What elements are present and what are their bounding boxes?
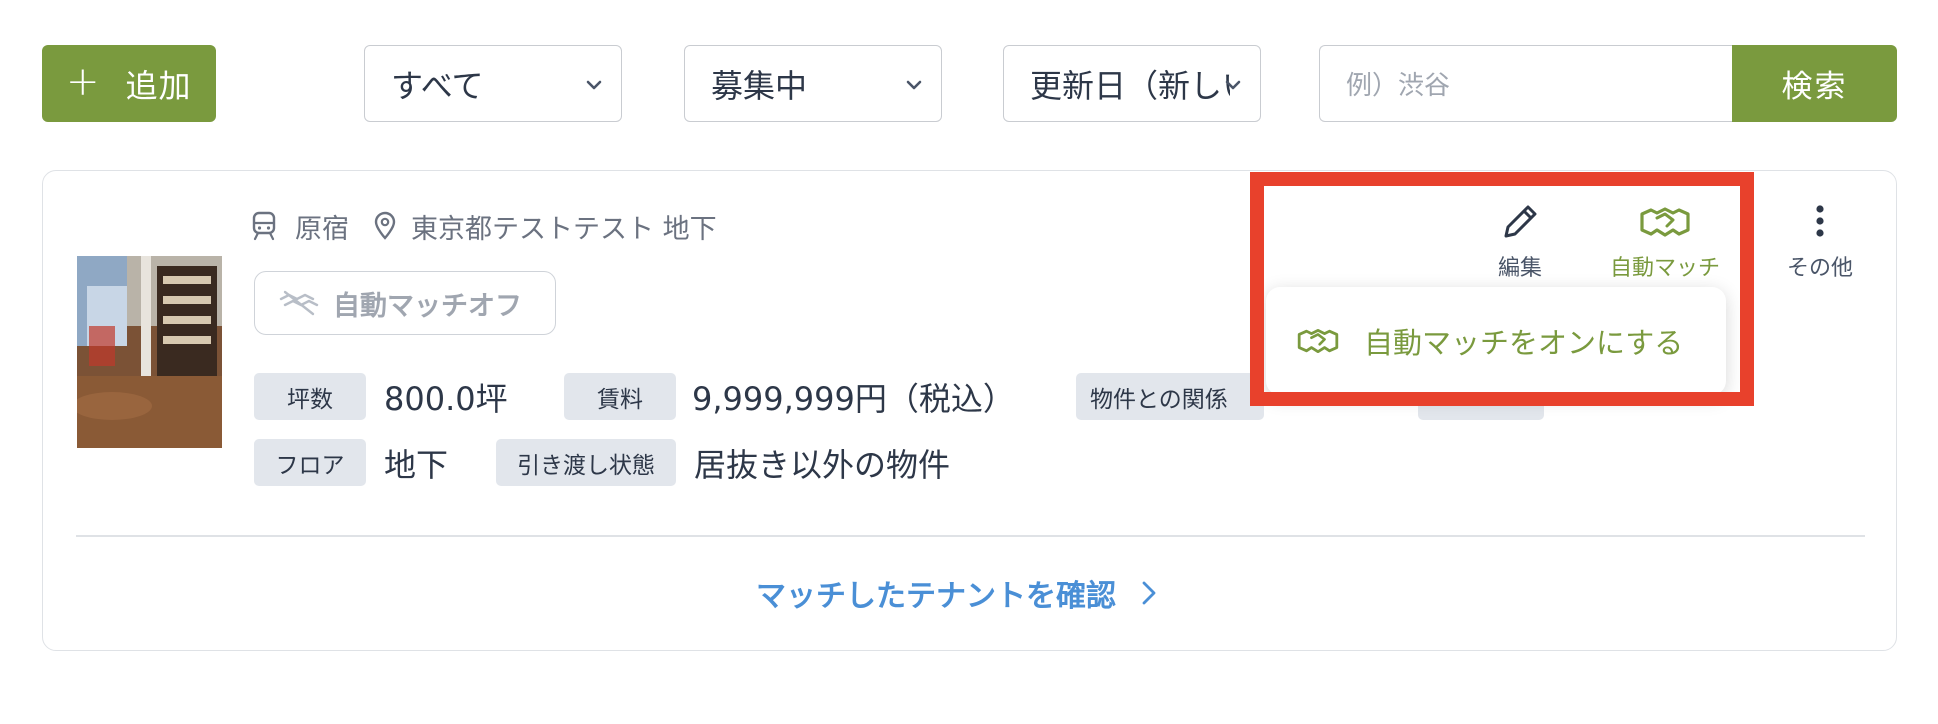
more-button[interactable]: その他 — [1780, 200, 1860, 282]
sort-select[interactable]: 更新日（新しい順） — [1003, 45, 1261, 122]
address: 東京都テストテスト 地下 — [411, 213, 717, 245]
spec-tag-relation: 物件との関係 — [1076, 373, 1264, 420]
pencil-icon — [1504, 205, 1537, 238]
matched-tenants-link[interactable]: マッチしたテナントを確認 — [756, 568, 1160, 618]
search-placeholder: 例）渋谷 — [1346, 71, 1451, 101]
edit-label: 編集 — [1497, 256, 1542, 281]
sort-select-value: 更新日（新しい順） — [1030, 66, 1230, 105]
chevron-down-icon — [586, 80, 602, 90]
automatch-label: 自動マッチ — [1609, 256, 1720, 281]
spec-value-area: 800.0坪 — [384, 380, 508, 418]
train-icon — [252, 211, 276, 241]
search-button[interactable]: 検索 — [1732, 45, 1897, 122]
automatch-on-menu-item[interactable]: 自動マッチをオンにする — [1266, 287, 1726, 395]
chevron-down-icon — [1225, 80, 1241, 90]
edit-button[interactable]: 編集 — [1482, 200, 1558, 282]
spec-value-handover: 居抜き以外の物件 — [694, 446, 951, 484]
automatch-status-badge: 自動マッチオフ — [254, 271, 556, 335]
add-button[interactable]: + 追加 — [42, 45, 216, 122]
property-thumbnail — [77, 256, 222, 448]
matched-tenants-link-label: マッチしたテナントを確認 — [756, 579, 1116, 614]
automatch-button[interactable]: 自動マッチ — [1600, 200, 1730, 282]
more-label: その他 — [1786, 256, 1853, 281]
station-name: 原宿 — [295, 213, 349, 245]
category-select-value: すべて — [391, 66, 484, 105]
more-vertical-icon — [1816, 205, 1824, 237]
location-row: 原宿 東京都テストテスト 地下 — [251, 206, 717, 246]
category-select[interactable]: すべて — [364, 45, 622, 122]
handshake-icon — [1640, 207, 1690, 237]
automatch-status-label: 自動マッチオフ — [333, 290, 522, 322]
spec-tag-rent: 賃料 — [564, 373, 676, 420]
card-divider — [76, 535, 1865, 537]
status-select-value: 募集中 — [711, 66, 808, 105]
plus-icon: + — [66, 58, 100, 105]
spec-tag-area: 坪数 — [254, 373, 366, 420]
chevron-right-icon — [1142, 581, 1156, 605]
search-input[interactable]: 例）渋谷 — [1319, 45, 1733, 122]
spec-tag-floor: フロア — [254, 439, 366, 486]
spec-tag-handover: 引き渡し状態 — [496, 439, 676, 486]
spec-value-rent: 9,999,999円（税込） — [692, 380, 1015, 418]
chevron-down-icon — [906, 80, 922, 90]
status-select[interactable]: 募集中 — [684, 45, 942, 122]
spec-value-floor: 地下 — [384, 446, 449, 484]
handshake-icon — [1297, 328, 1339, 354]
handshake-off-icon — [279, 290, 319, 316]
map-pin-icon — [374, 211, 396, 240]
automatch-on-label: 自動マッチをオンにする — [1364, 326, 1684, 360]
add-button-label: 追加 — [125, 66, 192, 105]
